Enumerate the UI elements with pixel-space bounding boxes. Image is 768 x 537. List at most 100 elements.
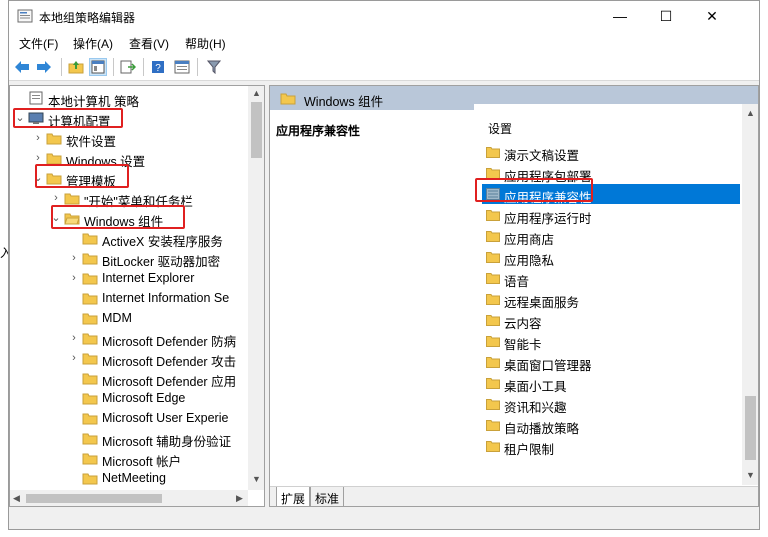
- tree-hscroll-thumb[interactable]: [26, 494, 162, 503]
- close-button[interactable]: ✕: [689, 1, 735, 31]
- chevron-right-icon[interactable]: ›: [68, 251, 80, 265]
- settings-list-item[interactable]: 云内容: [482, 310, 740, 331]
- arrow-right-icon: [37, 61, 51, 73]
- title-bar[interactable]: 本地组策略编辑器 — ☐ ✕: [9, 1, 759, 31]
- tab-extended[interactable]: 扩展: [276, 487, 311, 506]
- tree-item[interactable]: 本地计算机 策略: [10, 88, 250, 108]
- scroll-down-icon[interactable]: ▼: [252, 474, 261, 484]
- folder-icon: [46, 151, 62, 165]
- settings-list-item[interactable]: 资讯和兴趣: [482, 394, 740, 415]
- group-policy-window: 本地组策略编辑器 — ☐ ✕ 文件(F) 操作(A) 查看(V) 帮助(H) ?: [8, 0, 760, 530]
- show-hide-tree-button[interactable]: [89, 58, 107, 76]
- chevron-right-icon[interactable]: ›: [32, 131, 44, 145]
- tree-scroll-thumb[interactable]: [251, 102, 262, 158]
- tree-item-label: Microsoft 帐户: [102, 455, 182, 468]
- folder-icon: [82, 331, 98, 345]
- folder-icon: [82, 431, 98, 445]
- policy-editor-icon: [17, 9, 33, 23]
- highlight-windows-components: [51, 205, 185, 229]
- chevron-right-icon[interactable]: ›: [50, 191, 62, 205]
- up-level-button[interactable]: [67, 58, 85, 76]
- tab-standard[interactable]: 标准: [310, 487, 345, 506]
- settings-list-item[interactable]: 应用隐私: [482, 247, 740, 268]
- properties-button[interactable]: [173, 58, 191, 76]
- folder-icon: [486, 293, 500, 305]
- help-button[interactable]: ?: [149, 58, 167, 76]
- toolbar-separator: [61, 58, 62, 76]
- folder-icon: [82, 371, 98, 385]
- folder-icon: [280, 93, 296, 105]
- menu-view[interactable]: 查看(V): [129, 35, 169, 52]
- settings-list-item[interactable]: 租户限制: [482, 436, 740, 457]
- minimize-button[interactable]: —: [597, 1, 643, 31]
- settings-list[interactable]: 设置 演示文稿设置 应用程序包部署 应用程序兼容性 应用程序运行时 应用商店 应用隐私 语音…: [474, 104, 742, 485]
- export-list-button[interactable]: [119, 58, 137, 76]
- chevron-right-icon[interactable]: ›: [68, 351, 80, 365]
- tree-item[interactable]: Microsoft 帐户: [10, 448, 250, 468]
- settings-list-item[interactable]: 远程桌面服务: [482, 289, 740, 310]
- tree-item-label: Microsoft Defender 攻击: [102, 355, 237, 368]
- scroll-down-icon[interactable]: ▼: [746, 470, 755, 480]
- tree-item[interactable]: Microsoft 辅助身份验证: [10, 428, 250, 448]
- settings-list-item[interactable]: 应用程序运行时: [482, 205, 740, 226]
- tree-item[interactable]: Microsoft Defender 应用: [10, 368, 250, 388]
- settings-list-item-label: 应用隐私: [504, 254, 555, 268]
- tree-item[interactable]: › Internet Explorer: [10, 268, 250, 288]
- menu-file[interactable]: 文件(F): [19, 35, 58, 52]
- back-button[interactable]: [13, 58, 31, 76]
- tree-item[interactable]: Microsoft Edge: [10, 388, 250, 408]
- chevron-right-icon[interactable]: ›: [68, 331, 80, 345]
- settings-list-item-label: 桌面窗口管理器: [504, 359, 592, 373]
- folder-icon: [486, 209, 500, 221]
- policy-icon: [28, 91, 44, 105]
- tree-item[interactable]: › Microsoft Defender 防病: [10, 328, 250, 348]
- settings-list-item-label: 语音: [504, 275, 530, 289]
- tree-horizontal-scrollbar[interactable]: ◀ ▶: [10, 490, 248, 506]
- folder-icon: [486, 272, 500, 284]
- folder-icon: [82, 291, 98, 305]
- filter-button[interactable]: [205, 58, 223, 76]
- settings-list-item[interactable]: 语音: [482, 268, 740, 289]
- tree-item-label: 软件设置: [66, 135, 117, 148]
- tree-item[interactable]: MDM: [10, 308, 250, 328]
- tree-vertical-scrollbar[interactable]: ▲ ▼: [248, 86, 264, 490]
- folder-icon: [486, 419, 500, 431]
- tree-item[interactable]: › BitLocker 驱动器加密: [10, 248, 250, 268]
- tree-item[interactable]: Internet Information Se: [10, 288, 250, 308]
- scroll-up-icon[interactable]: ▲: [252, 88, 261, 98]
- tree-item[interactable]: › 软件设置: [10, 128, 250, 148]
- settings-list-item[interactable]: 桌面窗口管理器: [482, 352, 740, 373]
- tree-item[interactable]: ActiveX 安装程序服务: [10, 228, 250, 248]
- folder-icon: [486, 251, 500, 263]
- scroll-up-icon[interactable]: ▲: [746, 108, 755, 118]
- settings-list-item[interactable]: 桌面小工具: [482, 373, 740, 394]
- tree-item[interactable]: › Microsoft Defender 攻击: [10, 348, 250, 368]
- help-icon: ?: [152, 61, 164, 74]
- console-tree-pane[interactable]: 本地计算机 策略 ⌄ 计算机配置 › 软件设置 › Windows 设置 ⌄ 管理模板 › "开始"…: [9, 85, 265, 507]
- folder-icon: [82, 251, 98, 265]
- menu-action[interactable]: 操作(A): [73, 35, 113, 52]
- forward-button[interactable]: [35, 58, 53, 76]
- menu-help[interactable]: 帮助(H): [185, 35, 226, 52]
- tree-item[interactable]: Microsoft User Experie: [10, 408, 250, 428]
- folder-icon: [64, 191, 80, 205]
- view-tabs: 扩展 标准: [270, 486, 758, 506]
- tree-item-label: Microsoft Defender 防病: [102, 335, 237, 348]
- settings-vertical-scrollbar[interactable]: ▲ ▼: [742, 104, 758, 485]
- maximize-button[interactable]: ☐: [643, 1, 689, 31]
- tree-item[interactable]: NetMeeting: [10, 468, 250, 488]
- chevron-right-icon[interactable]: ›: [68, 271, 80, 285]
- settings-list-item[interactable]: 自动播放策略: [482, 415, 740, 436]
- settings-list-item[interactable]: 演示文稿设置: [482, 142, 740, 163]
- settings-list-item[interactable]: 应用商店: [482, 226, 740, 247]
- settings-scroll-thumb[interactable]: [745, 396, 756, 460]
- folder-icon: [486, 356, 500, 368]
- chevron-right-icon[interactable]: ›: [32, 151, 44, 165]
- column-header-settings[interactable]: 设置: [488, 120, 512, 137]
- settings-list-item[interactable]: 智能卡: [482, 331, 740, 352]
- scroll-left-icon[interactable]: ◀: [13, 493, 20, 504]
- folder-icon: [82, 231, 98, 245]
- toolbar-separator: [197, 58, 198, 76]
- settings-list-item-label: 桌面小工具: [504, 380, 567, 394]
- scroll-right-icon[interactable]: ▶: [236, 493, 243, 504]
